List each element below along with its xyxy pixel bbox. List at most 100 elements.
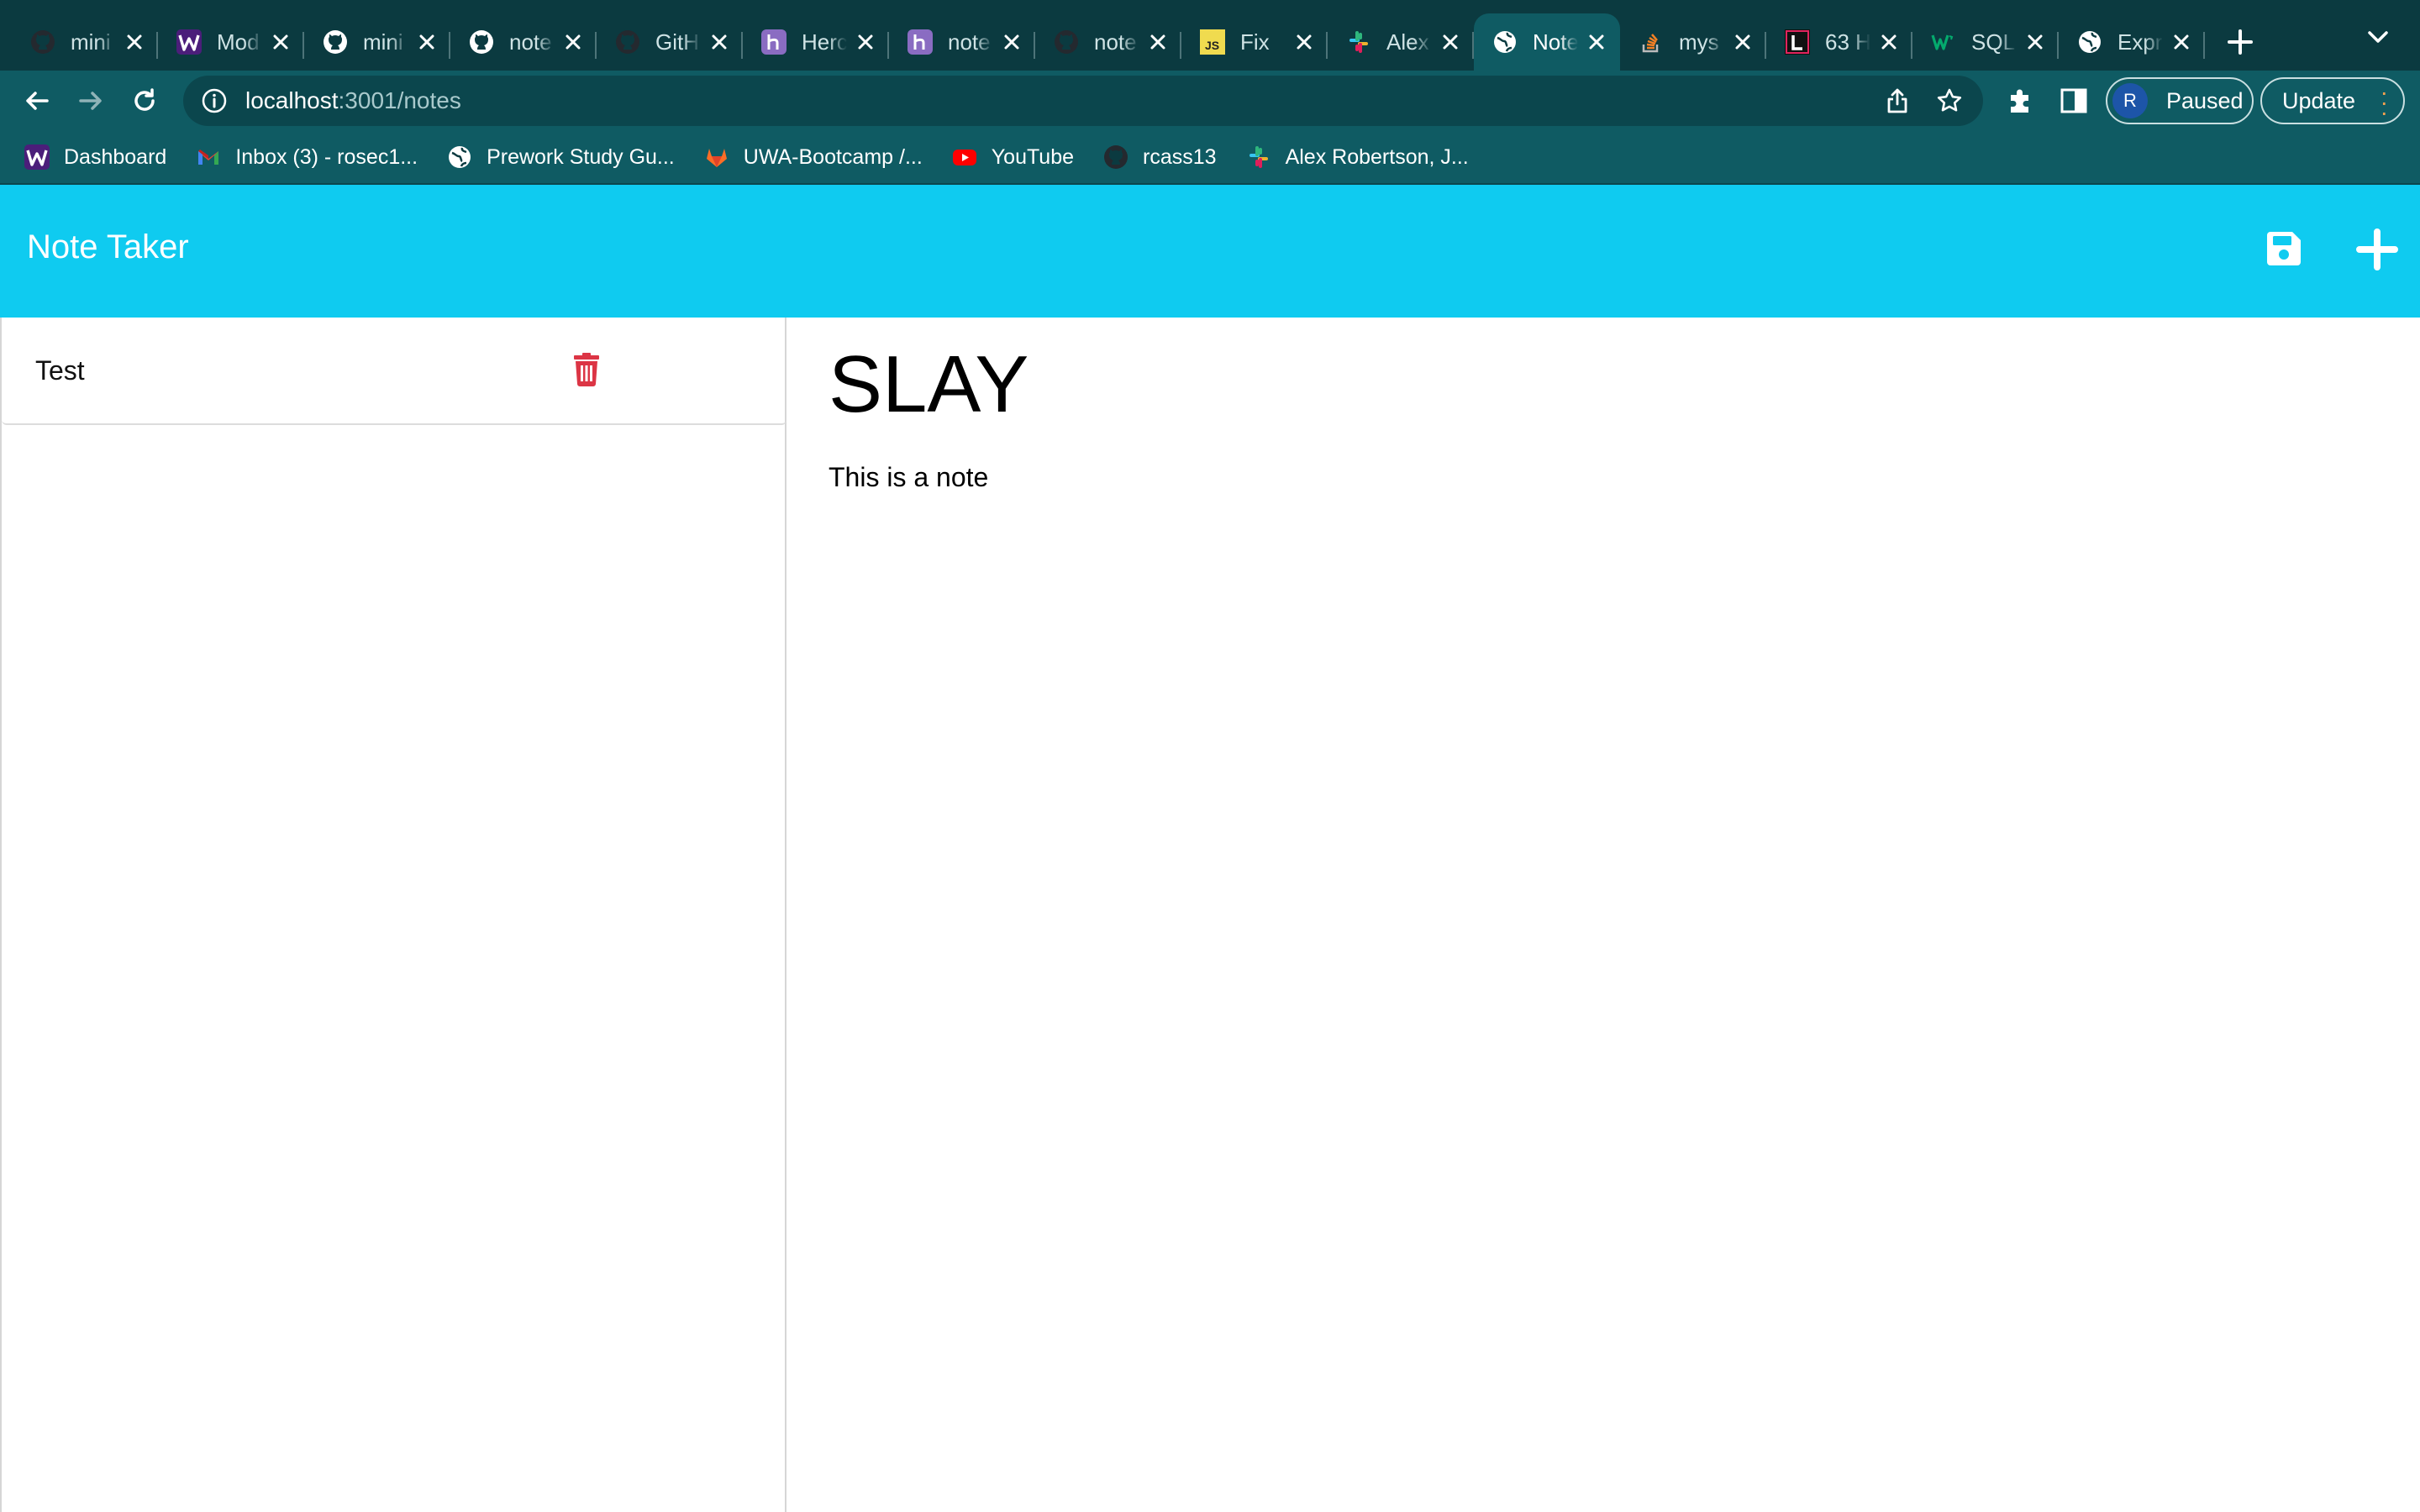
profile-button[interactable]: R Paused [2106,77,2254,124]
youtube-icon [951,144,978,171]
url-path: :3001/notes [338,87,461,113]
globe-icon [1492,29,1518,55]
note-text-area[interactable]: This is a note [829,462,2391,493]
address-bar[interactable]: localhost:3001/notes [183,76,1983,126]
tab[interactable]: SQL [1912,13,2059,71]
extensions-button[interactable] [2003,84,2037,118]
side-panel-button[interactable] [2057,84,2091,118]
slack-icon [1245,144,1272,171]
reload-icon [134,88,155,111]
side-panel-icon [2060,88,2087,113]
gmail-icon [195,144,222,171]
close-icon[interactable] [1292,30,1316,54]
bookmark-item[interactable]: YouTube [951,144,1074,171]
tab[interactable]: Alex [1328,13,1474,71]
close-icon[interactable] [561,30,585,54]
w-icon [176,29,202,55]
forward-button[interactable] [66,76,116,126]
notes-list: Test [0,318,786,1512]
app-navbar: Note Taker [0,185,2420,318]
tab[interactable]: mys [1620,13,1766,71]
tab[interactable]: mini [304,13,450,71]
tab-title: note [1094,29,1137,55]
tab[interactable]: note [450,13,597,71]
trash-icon[interactable] [573,353,600,386]
tab[interactable]: Mod [158,13,304,71]
star-icon [1937,88,1962,112]
tab[interactable]: Herc [743,13,889,71]
share-icon [1887,88,1907,113]
info-icon[interactable] [200,87,229,115]
url-text: localhost:3001/notes [245,87,461,114]
arrow-left-icon [26,92,49,110]
bookmark-label: Prework Study Gu... [487,144,675,169]
close-icon[interactable] [1000,30,1023,54]
tab[interactable]: JS Fix [1181,13,1328,71]
w-icon [24,144,50,171]
update-button[interactable]: Update · · · [2260,77,2405,124]
tab[interactable]: 63 H [1766,13,1912,71]
bookmark-label: YouTube [991,144,1075,169]
github-icon [615,29,640,55]
close-icon[interactable] [1877,30,1901,54]
github-icon [323,29,348,55]
bookmark-item[interactable]: UWA-Bootcamp /... [703,144,923,171]
svg-text:JS: JS [1205,39,1219,52]
tab[interactable]: Expr [2059,13,2205,71]
bookmark-item[interactable]: Inbox (3) - rosec1... [195,144,418,171]
close-icon[interactable] [123,30,146,54]
new-note-icon[interactable] [2356,228,2398,270]
tab-title: note [948,29,991,55]
arrow-right-icon [79,92,102,110]
url-host: localhost [245,87,339,113]
slack-icon [1346,29,1371,55]
globe-icon [446,144,473,171]
tab[interactable]: GitH [597,13,743,71]
tab-title: Alex [1386,29,1429,55]
close-icon[interactable] [269,30,292,54]
close-icon[interactable] [854,30,877,54]
close-icon[interactable] [1439,30,1462,54]
bookmark-item[interactable]: Alex Robertson, J... [1245,144,1469,171]
tab-title: mini [363,29,403,55]
browser-toolbar: localhost:3001/notes R Paused Update · · · [0,71,2420,131]
new-tab-button[interactable] [2215,13,2265,71]
bookmark-item[interactable]: Dashboard [24,144,166,171]
github-icon [469,29,494,55]
w3-icon [1931,29,1956,55]
close-icon[interactable] [2170,30,2193,54]
tab-title: GitH [655,29,699,55]
bookmarks-bar: Dashboard Inbox (3) - rosec1... Prework St… [0,131,2420,185]
close-icon[interactable] [415,30,439,54]
tab-active[interactable]: Note [1474,13,1620,71]
l-icon [1785,29,1810,55]
bookmark-star-button[interactable] [1933,84,1966,118]
save-note-icon[interactable] [2264,228,2304,269]
note-title-input[interactable]: SLAY [829,336,2391,433]
bookmark-item[interactable]: rcass13 [1102,144,1217,171]
close-icon[interactable] [1585,30,1608,54]
heroku-icon [761,29,786,55]
plus-icon [2228,29,2253,55]
share-button[interactable] [1881,84,1914,118]
tab-strip: mini Mod mini note GitH Herc note note JS Fix Alex… [0,0,2420,71]
bookmark-item[interactable]: Prework Study Gu... [446,144,675,171]
tab-title: note [509,29,552,55]
reload-button[interactable] [119,76,170,126]
profile-status: Paused [2166,87,2244,113]
tab-search-button[interactable] [2361,20,2395,54]
globe-icon [2077,29,2102,55]
bookmark-label: rcass13 [1143,144,1217,169]
tab[interactable]: note [889,13,1035,71]
close-icon[interactable] [1731,30,1754,54]
list-item[interactable]: Test [2,318,786,425]
close-icon[interactable] [2023,30,2047,54]
app-title[interactable]: Note Taker [27,228,189,266]
tab[interactable]: note [1035,13,1181,71]
tab[interactable]: mini [12,13,158,71]
close-icon[interactable] [1146,30,1170,54]
tab-title: Herc [802,29,847,55]
heroku-icon [908,29,933,55]
back-button[interactable] [12,76,62,126]
close-icon[interactable] [708,30,731,54]
